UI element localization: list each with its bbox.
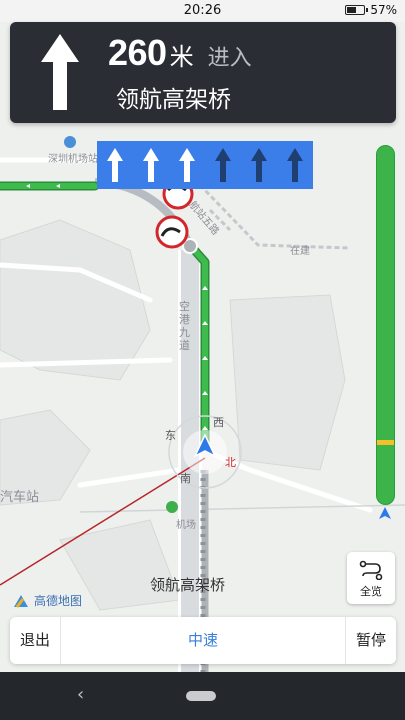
progress-car-icon <box>379 507 391 519</box>
direction-east: 东 <box>165 429 176 442</box>
route-progress-bar <box>376 145 395 505</box>
pause-button[interactable]: 暂停 <box>345 617 396 664</box>
direction-west: 西 <box>213 416 224 429</box>
lane-straight-icon <box>179 148 195 182</box>
lane-guidance-panel <box>97 141 313 189</box>
lane-1 <box>97 141 133 189</box>
home-pill-icon[interactable] <box>186 691 216 701</box>
lane-2 <box>133 141 169 189</box>
bus-station-label: 汽车站 <box>0 490 40 505</box>
battery-percent: 57% <box>370 3 397 17</box>
battery-icon <box>345 5 369 15</box>
system-nav-bar: ‹ <box>0 672 405 720</box>
maneuver-action: 进入 <box>207 46 252 71</box>
lane-4 <box>205 141 241 189</box>
distance-value: 260 <box>108 32 167 73</box>
direction-south: 南 <box>180 472 191 485</box>
status-right: 57% <box>345 3 397 17</box>
straight-arrow-icon <box>41 34 79 110</box>
lane-straight-icon <box>251 148 267 182</box>
overview-label: 全览 <box>360 585 382 598</box>
route-overview-icon <box>359 560 383 580</box>
distance-unit: 米 <box>169 43 194 71</box>
station-label: 深圳机场站 <box>48 154 98 165</box>
exit-button[interactable]: 退出 <box>10 617 61 664</box>
traffic-slow-marker <box>377 439 394 445</box>
road-label-kongguang: 空港九道 <box>179 300 190 352</box>
construction-label: 在建 <box>290 246 310 257</box>
lane-straight-icon <box>215 148 231 182</box>
lane-straight-icon <box>287 148 303 182</box>
car-position-icon <box>193 434 217 458</box>
next-road-name: 领航高架桥 <box>116 87 231 113</box>
current-road-label: 领航高架桥 <box>150 576 226 594</box>
lane-5 <box>241 141 277 189</box>
lane-3 <box>169 141 205 189</box>
speed-status: 中速 <box>187 631 218 649</box>
status-time: 20:26 <box>183 3 222 18</box>
status-bar: 20:26 57% <box>0 0 405 22</box>
amap-logo-icon <box>14 594 28 608</box>
back-chevron-icon[interactable]: ‹ <box>77 684 84 705</box>
airport-label: 机场 <box>176 520 196 531</box>
guidance-panel: 260 米 进入 领航高架桥 <box>10 22 396 123</box>
direction-north: 北 <box>225 456 236 469</box>
lane-6 <box>277 141 313 189</box>
lane-straight-icon <box>143 148 159 182</box>
amap-logo: 高德地图 <box>12 592 82 609</box>
lane-straight-icon <box>107 148 123 182</box>
overview-button[interactable]: 全览 <box>347 552 395 604</box>
distance-line: 260 米 进入 <box>108 32 252 74</box>
bottom-control-bar: 退出 中速 暂停 <box>10 617 396 664</box>
